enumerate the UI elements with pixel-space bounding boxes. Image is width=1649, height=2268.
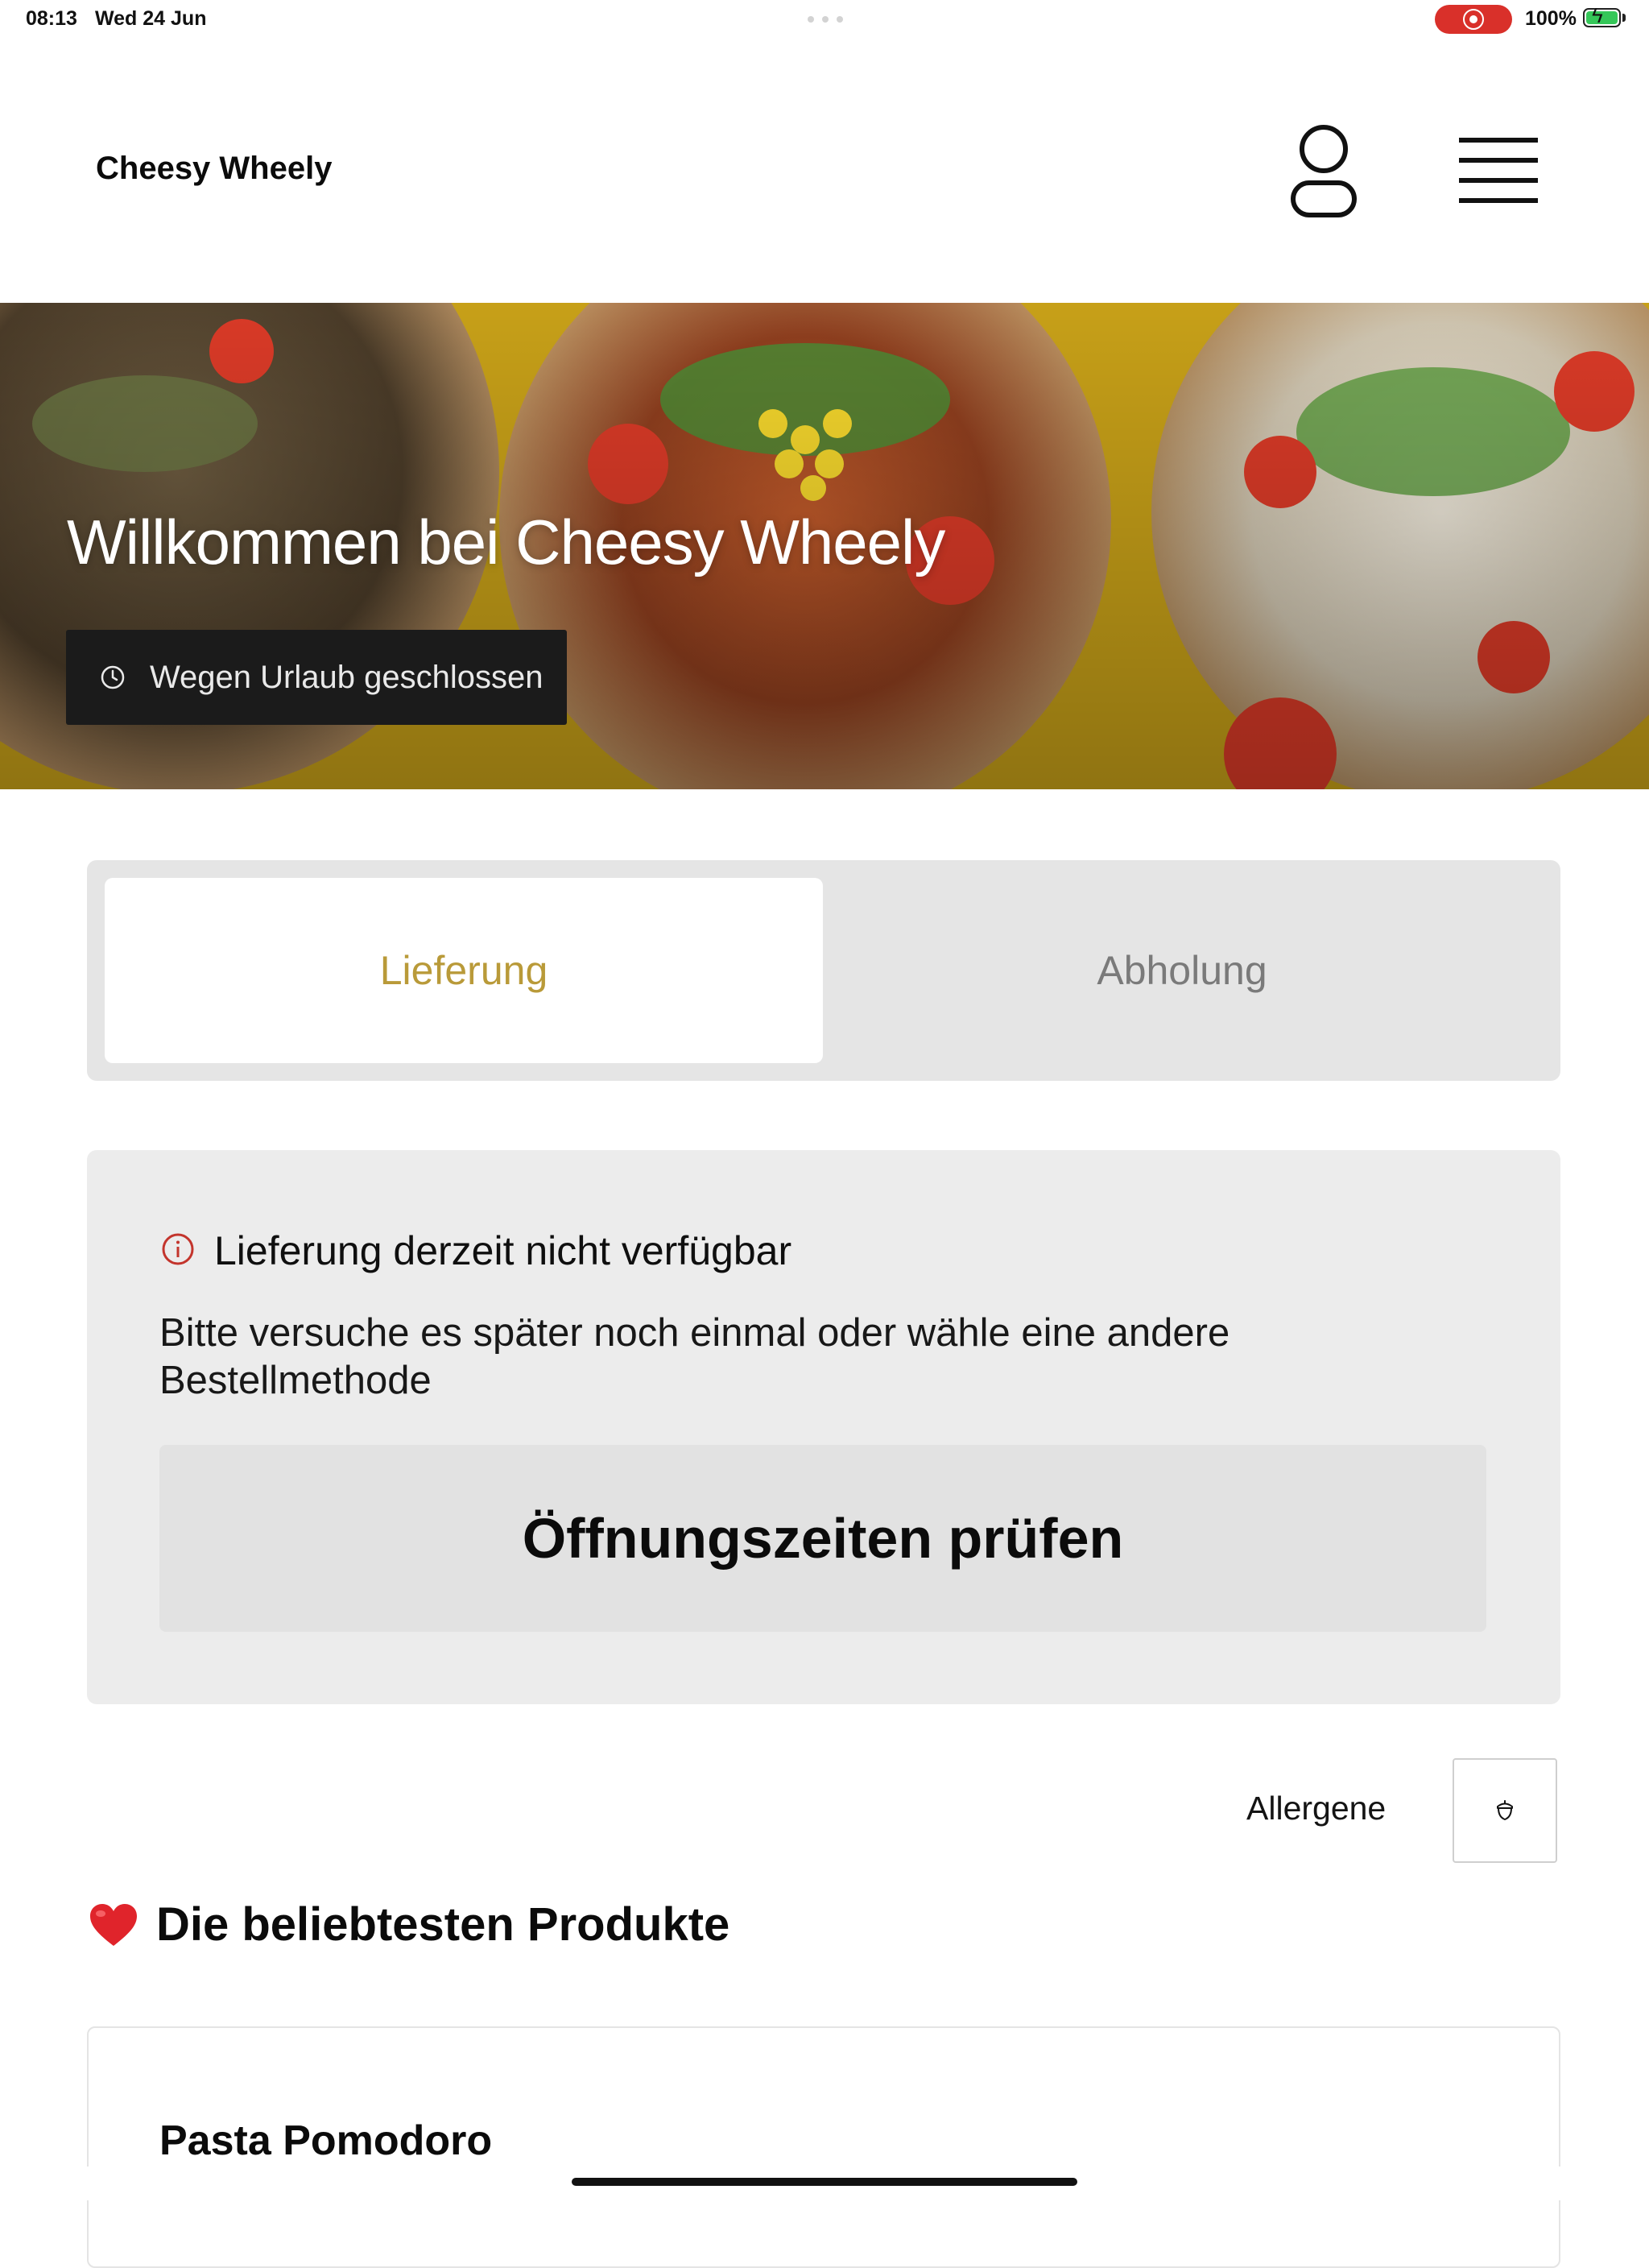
popular-products-heading: Die beliebtesten Produkte [89,1898,729,1951]
status-bar: 08:13 Wed 24 Jun 100% ϟ [0,0,1649,39]
hamburger-menu-icon [1459,138,1538,203]
hero-banner: Willkommen bei Cheesy Wheely Wegen Urlau… [0,303,1649,789]
status-date: Wed 24 Jun [95,7,207,30]
notice-title: Lieferung derzeit nicht verfügbar [214,1228,792,1273]
allergens-button[interactable] [1453,1758,1557,1863]
menu-button[interactable] [1454,135,1544,206]
battery-icon: ϟ [1583,5,1621,27]
closed-status-label: Wegen Urlaub geschlossen [150,659,543,695]
screen-recording-icon[interactable] [1435,5,1512,34]
multitasking-dots-icon[interactable] [808,16,843,23]
acorn-icon [1497,1800,1513,1821]
brand-title: Cheesy Wheely [96,151,333,186]
allergens-label: Allergene [1246,1790,1387,1827]
notice-text: Bitte versuche es später noch einmal ode… [159,1311,1230,1402]
tab-abholung[interactable]: Abholung [823,878,1541,1063]
hero-title: Willkommen bei Cheesy Wheely [67,507,945,577]
clock-icon [101,665,125,689]
heart-icon [90,1903,137,1946]
product-card[interactable]: Pasta Pomodoro [87,2026,1560,2268]
delivery-unavailable-notice: Lieferung derzeit nicht verfügbar Bitte … [87,1150,1560,1704]
order-method-tabs: Lieferung Abholung [87,860,1560,1081]
closed-status-badge: Wegen Urlaub geschlossen [66,630,567,725]
product-name: Pasta Pomodoro [159,2117,493,2164]
user-icon [1291,125,1357,217]
battery-cap [1622,14,1626,22]
home-indicator[interactable] [572,2178,1077,2186]
info-icon [162,1233,194,1265]
check-opening-hours-button[interactable]: Öffnungszeiten prüfen [159,1445,1486,1632]
tab-lieferung[interactable]: Lieferung [105,878,823,1063]
popular-products-title: Die beliebtesten Produkte [156,1898,730,1951]
battery-percentage: 100% [1525,7,1577,30]
status-time: 08:13 [26,7,77,30]
user-account-button[interactable] [1283,124,1364,221]
